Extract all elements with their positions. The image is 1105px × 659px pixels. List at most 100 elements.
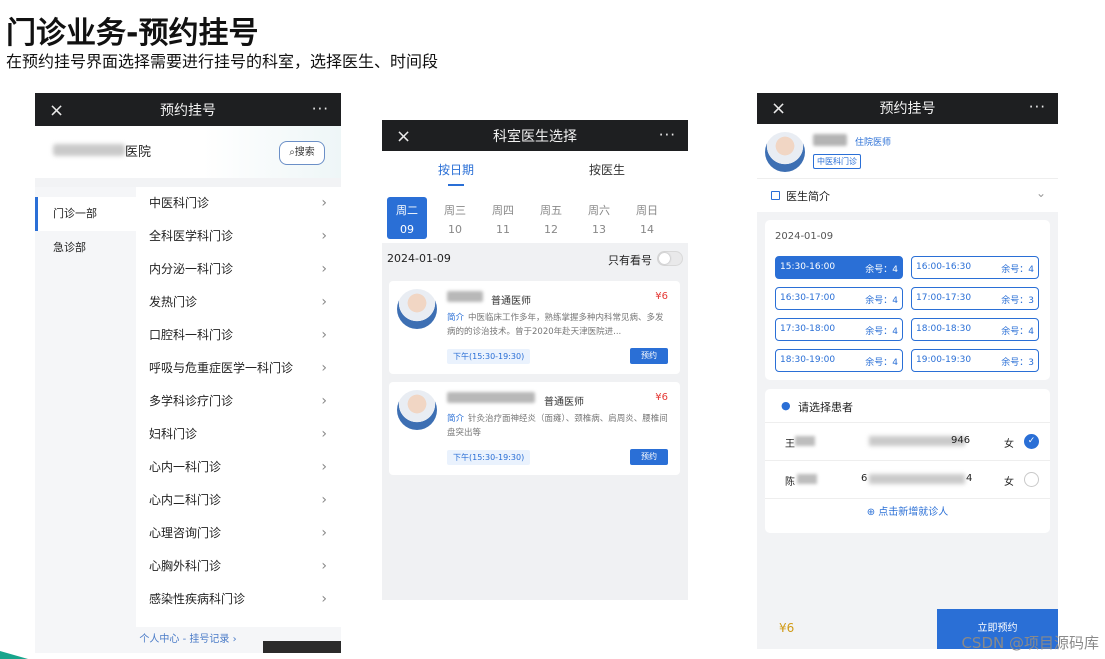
- day-week: 周二: [396, 204, 418, 217]
- chevron-right-icon: ›: [321, 195, 327, 211]
- department-item[interactable]: 内分泌一科门诊 ›: [136, 253, 341, 286]
- day-item[interactable]: 周四 11: [483, 197, 523, 239]
- patient-sex: 女: [1004, 477, 1014, 488]
- day-date: 12: [544, 223, 558, 236]
- tab-by-date[interactable]: 按日期: [438, 161, 474, 178]
- day-week: 周三: [444, 204, 466, 217]
- department-item[interactable]: 心内一科门诊 ›: [136, 451, 341, 484]
- tab-by-doctor[interactable]: 按医生: [589, 161, 625, 178]
- day-item[interactable]: 周二 09: [387, 197, 427, 239]
- footer-bar: 个人中心 - 挂号记录 ›: [35, 627, 341, 653]
- patient-header: ● 请选择患者: [765, 389, 1050, 423]
- slot-remain: 余号：4: [865, 327, 898, 337]
- category-list: 门诊一部 急诊部: [35, 187, 136, 653]
- check-icon[interactable]: ✓: [1024, 434, 1039, 449]
- department-label: 内分泌一科门诊: [149, 262, 234, 276]
- chevron-right-icon: ›: [321, 261, 327, 277]
- day-item[interactable]: 周三 10: [435, 197, 475, 239]
- book-button[interactable]: 预约: [630, 449, 668, 465]
- department-label: 多学科诊疗门诊: [149, 394, 234, 408]
- slot-time: 16:30-17:00: [780, 293, 836, 303]
- more-icon[interactable]: ···: [659, 126, 676, 144]
- time-slot-option[interactable]: 17:30-18:00 余号：4: [775, 318, 903, 341]
- department-item[interactable]: 心胸外科门诊 ›: [136, 550, 341, 583]
- hospital-name-blurred: [53, 144, 125, 156]
- avatar: [397, 289, 437, 329]
- department-item[interactable]: 中医科门诊 ›: [136, 187, 341, 220]
- day-week: 周五: [540, 204, 562, 217]
- patient-name: 王: [785, 439, 795, 450]
- more-icon[interactable]: ···: [1029, 98, 1046, 116]
- selected-date: 2024-01-09: [387, 252, 451, 265]
- doctor-price: ¥6: [655, 392, 668, 403]
- patient-header-label: 请选择患者: [798, 401, 853, 414]
- department-label: 呼吸与危重症医学一科门诊: [149, 361, 294, 375]
- department-item[interactable]: 呼吸与危重症医学一科门诊 ›: [136, 352, 341, 385]
- avatar: [765, 132, 805, 172]
- hospital-header: 医院 ⌕搜索: [35, 126, 341, 178]
- intro-label: 简介: [447, 414, 465, 424]
- department-label: 妇科门诊: [149, 427, 198, 441]
- time-slot-option[interactable]: 18:30-19:00 余号：4: [775, 349, 903, 372]
- personal-center-link[interactable]: 个人中心 - 挂号记录 ›: [139, 634, 236, 645]
- add-patient-link[interactable]: ⊕ 点击新增就诊人: [765, 503, 1050, 518]
- patient-row[interactable]: 陈 6 4 女: [765, 461, 1050, 499]
- department-item[interactable]: 多学科诊疗门诊 ›: [136, 385, 341, 418]
- patient-id: 946: [951, 435, 971, 446]
- time-slot-option[interactable]: 15:30-16:00 余号：4: [775, 256, 903, 279]
- department-label: 心内二科门诊: [149, 493, 222, 507]
- department-item[interactable]: 感染性疾病科门诊 ›: [136, 583, 341, 616]
- search-button[interactable]: ⌕搜索: [279, 141, 325, 165]
- department-item[interactable]: 全科医学科门诊 ›: [136, 220, 341, 253]
- doctor-role: 普通医师: [491, 296, 531, 307]
- document-icon: [771, 191, 780, 200]
- chevron-right-icon: ›: [321, 228, 327, 244]
- page-title: 预约挂号: [879, 101, 936, 117]
- doctor-name-blurred: [813, 134, 847, 146]
- divider: [35, 178, 341, 187]
- slide-subtitle: 在预约挂号界面选择需要进行挂号的科室，选择医生、时间段: [6, 52, 439, 71]
- day-week: 周四: [492, 204, 514, 217]
- department-label: 心胸外科门诊: [149, 559, 222, 573]
- time-slot-option[interactable]: 16:00-16:30 余号：4: [911, 256, 1039, 279]
- slot-remain: 余号：3: [1001, 358, 1034, 368]
- time-slot-option[interactable]: 16:30-17:00 余号：4: [775, 287, 903, 310]
- category-item-emergency[interactable]: 急诊部: [35, 231, 136, 265]
- only-available-toggle[interactable]: [657, 251, 683, 266]
- department-label: 全科医学科门诊: [149, 229, 234, 243]
- radio-button[interactable]: [1024, 472, 1039, 487]
- day-item[interactable]: 周日 14: [627, 197, 667, 239]
- top-bar: × 预约挂号 ···: [35, 93, 341, 126]
- department-label: 发热门诊: [149, 295, 198, 309]
- department-label: 感染性疾病科门诊: [149, 592, 246, 606]
- chevron-right-icon: ›: [321, 525, 327, 541]
- search-label: 搜索: [294, 147, 315, 158]
- slot-remain: 余号：4: [1001, 265, 1034, 275]
- department-label: 口腔科一科门诊: [149, 328, 234, 342]
- doctor-intro-toggle[interactable]: 医生简介 ⌄: [757, 178, 1058, 212]
- page-title: 预约挂号: [160, 103, 216, 119]
- day-item[interactable]: 周五 12: [531, 197, 571, 239]
- department-item[interactable]: 口腔科一科门诊 ›: [136, 319, 341, 352]
- chevron-right-icon: ›: [321, 294, 327, 310]
- time-slot-option[interactable]: 17:00-17:30 余号：3: [911, 287, 1039, 310]
- date-selector: 周二 09 周三 10 周四 11 周五 12 周六 13 周日 14: [382, 195, 688, 243]
- top-bar: × 科室医生选择 ···: [382, 120, 688, 151]
- department-item[interactable]: 心理咨询门诊 ›: [136, 517, 341, 550]
- department-item[interactable]: 妇科门诊 ›: [136, 418, 341, 451]
- slot-remain: 余号：4: [865, 296, 898, 306]
- book-button[interactable]: 预约: [630, 348, 668, 364]
- day-item[interactable]: 周六 13: [579, 197, 619, 239]
- time-slot-option[interactable]: 18:00-18:30 余号：4: [911, 318, 1039, 341]
- doctor-card[interactable]: 普通医师 ¥6 简介 中医临床工作多年，熟练掌握多种内科常见病、多发病的的诊治技术…: [389, 281, 680, 374]
- patient-id-tail: 4: [966, 473, 973, 484]
- doctor-card[interactable]: 普通医师 ¥6 简介 针灸治疗面神经炎（面瘫）、颈椎病、肩周炎、腰椎间盘突出等 下…: [389, 382, 680, 475]
- patient-row[interactable]: 王 946 女 ✓: [765, 423, 1050, 461]
- category-item-outpatient[interactable]: 门诊一部: [35, 197, 136, 231]
- more-icon[interactable]: ···: [312, 100, 329, 118]
- doctor-header: 住院医师 中医科门诊: [757, 124, 1058, 178]
- time-slot-option[interactable]: 19:00-19:30 余号：3: [911, 349, 1039, 372]
- department-item[interactable]: 心内二科门诊 ›: [136, 484, 341, 517]
- department-item[interactable]: 发热门诊 ›: [136, 286, 341, 319]
- chevron-right-icon: ›: [321, 492, 327, 508]
